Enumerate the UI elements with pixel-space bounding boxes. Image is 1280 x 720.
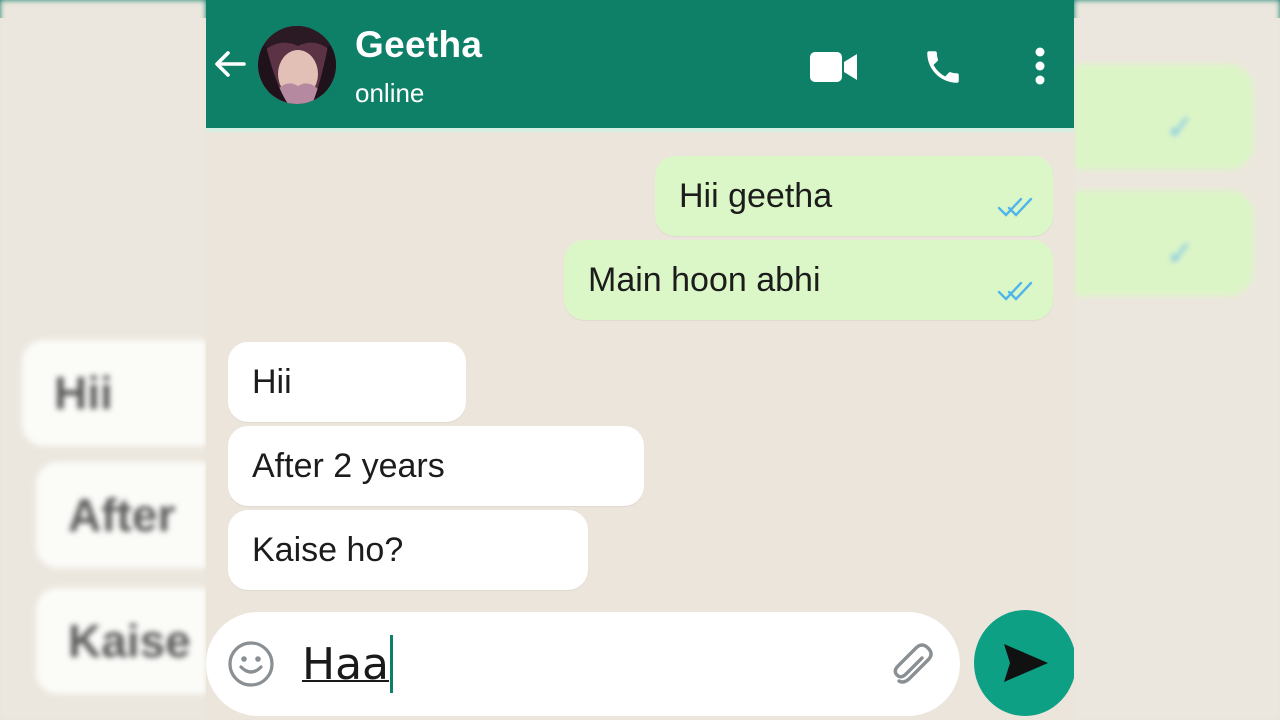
message-input[interactable]: Haa xyxy=(302,635,862,693)
message-bubble-outgoing[interactable]: Hii geetha xyxy=(655,156,1053,236)
arrow-left-icon[interactable] xyxy=(210,44,250,84)
message-bubble-incoming[interactable]: Hii xyxy=(228,342,466,422)
blurred-bubble-text: After xyxy=(68,489,176,541)
message-bubble-outgoing[interactable]: Main hoon abhi xyxy=(564,240,1053,320)
message-text: Main hoon abhi xyxy=(588,260,821,299)
blurred-bubble xyxy=(1074,64,1254,170)
chat-header: Geetha online xyxy=(206,0,1074,128)
chat-screen: Geetha online Hii geetha Main hoon abhi … xyxy=(206,0,1074,720)
send-button[interactable] xyxy=(974,610,1074,716)
text-caret xyxy=(390,635,394,693)
blurred-right-panel: ✓ ✓ xyxy=(1074,0,1280,720)
contact-name[interactable]: Geetha xyxy=(355,24,482,66)
more-vert-icon[interactable] xyxy=(1032,46,1048,86)
contact-status: online xyxy=(355,78,425,108)
blurred-bubble-text: Hii xyxy=(54,367,113,419)
read-ticks-icon xyxy=(997,281,1033,301)
blurred-bubble xyxy=(1074,190,1254,296)
message-text: Hii geetha xyxy=(679,176,833,215)
avatar-photo xyxy=(258,26,336,104)
message-text: Kaise ho? xyxy=(252,530,404,569)
blurred-bubble: Kaise xyxy=(36,588,206,694)
message-bubble-incoming[interactable]: Kaise ho? xyxy=(228,510,588,590)
blurred-bubble: Hii xyxy=(22,340,206,446)
blurred-bubble-text: Kaise xyxy=(68,615,191,667)
blurred-left-panel: Hii After Kaise xyxy=(0,0,206,720)
send-icon xyxy=(1004,644,1048,682)
blurred-tick-icon: ✓ xyxy=(1166,109,1195,147)
avatar[interactable] xyxy=(258,26,336,104)
message-text: After 2 years xyxy=(252,446,445,485)
blurred-bubble: After xyxy=(36,462,206,568)
voice-call-icon[interactable] xyxy=(922,46,964,88)
read-ticks-icon xyxy=(997,197,1033,217)
video-frame: Hii After Kaise ✓ ✓ Geetha online Hii ge… xyxy=(0,0,1280,720)
paperclip-icon[interactable] xyxy=(886,640,938,692)
smiley-icon[interactable] xyxy=(226,639,276,689)
message-composer: Haa xyxy=(206,612,960,716)
message-text: Hii xyxy=(252,362,292,401)
message-bubble-incoming[interactable]: After 2 years xyxy=(228,426,644,506)
blurred-tick-icon: ✓ xyxy=(1166,235,1195,273)
message-input-text: Haa xyxy=(302,638,390,690)
video-call-icon[interactable] xyxy=(810,52,858,82)
